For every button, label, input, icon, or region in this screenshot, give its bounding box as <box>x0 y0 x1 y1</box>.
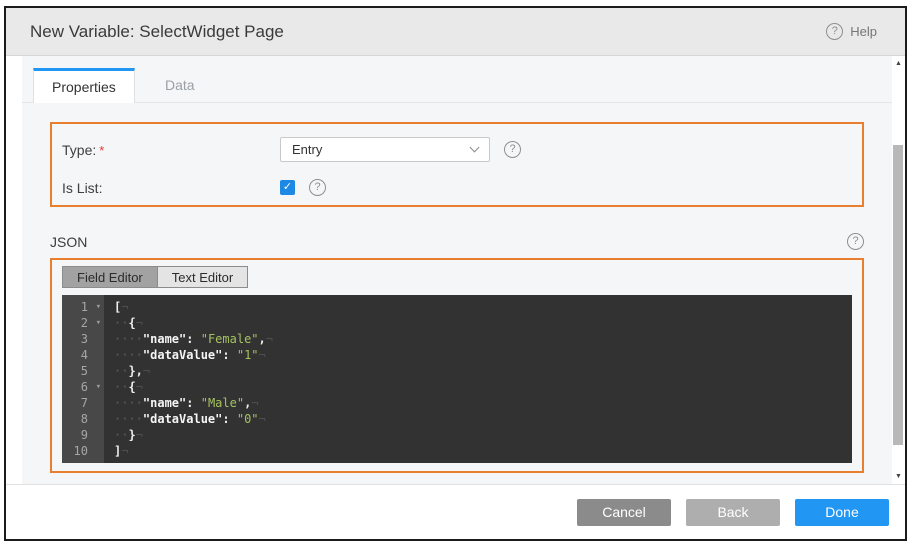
code-line[interactable]: ····"name": "Female",¬ <box>114 331 852 347</box>
code-line[interactable]: ····"dataValue": "1"¬ <box>114 347 852 363</box>
scrollbar[interactable]: ▲ ▼ <box>892 56 905 484</box>
json-section-label: JSON <box>50 234 87 250</box>
help-icon[interactable]: ? <box>826 23 843 40</box>
text-editor-button[interactable]: Text Editor <box>157 267 247 287</box>
scroll-down-icon[interactable]: ▼ <box>892 470 905 483</box>
variable-properties-box: Type:* Entry ? Is List: ✓ ? <box>50 122 864 207</box>
field-editor-button[interactable]: Field Editor <box>63 267 157 287</box>
back-button[interactable]: Back <box>686 499 780 526</box>
editor-mode-toggle: Field Editor Text Editor <box>62 266 248 288</box>
scroll-thumb[interactable] <box>893 145 903 445</box>
json-editor-box: Field Editor Text Editor 1▾2▾3456▾78910 … <box>50 258 864 473</box>
gutter-line[interactable]: 1▾ <box>62 299 104 315</box>
gutter-line[interactable]: 2▾ <box>62 315 104 331</box>
gutter-line: 5 <box>62 363 104 379</box>
dialog-title: New Variable: SelectWidget Page <box>30 22 826 42</box>
gutter-line: 9 <box>62 427 104 443</box>
is-list-label: Is List: <box>62 180 280 196</box>
type-help-icon[interactable]: ? <box>504 141 521 158</box>
code-line[interactable]: ··}¬ <box>114 427 852 443</box>
code-line[interactable]: ····"dataValue": "0"¬ <box>114 411 852 427</box>
properties-tab-content: Type:* Entry ? Is List: ✓ ? <box>22 122 892 473</box>
fold-arrow-icon[interactable]: ▾ <box>96 379 101 395</box>
dialog-footer: Cancel Back Done <box>6 484 905 539</box>
fold-arrow-icon[interactable]: ▾ <box>96 315 101 331</box>
required-marker: * <box>99 143 104 158</box>
help-label[interactable]: Help <box>850 24 877 39</box>
cancel-button[interactable]: Cancel <box>577 499 671 526</box>
type-label: Type:* <box>62 142 280 158</box>
json-help-icon[interactable]: ? <box>847 233 864 250</box>
code-line[interactable]: ··{¬ <box>114 315 852 331</box>
json-code-editor[interactable]: 1▾2▾3456▾78910 [¬··{¬····"name": "Female… <box>62 295 852 463</box>
type-dropdown-value: Entry <box>292 142 322 157</box>
type-row: Type:* Entry ? <box>62 137 862 162</box>
code-line[interactable]: ····"name": "Male",¬ <box>114 395 852 411</box>
code-line[interactable]: [¬ <box>114 299 852 315</box>
type-dropdown[interactable]: Entry <box>280 137 490 162</box>
dialog-body: Properties Data Type:* Entry ? <box>6 56 905 484</box>
type-label-text: Type: <box>62 142 96 158</box>
tab-properties[interactable]: Properties <box>33 68 135 103</box>
code-line[interactable]: ]¬ <box>114 443 852 459</box>
is-list-row: Is List: ✓ ? <box>62 179 862 196</box>
scroll-panel: Properties Data Type:* Entry ? <box>22 56 892 484</box>
tab-bar: Properties Data <box>22 56 892 103</box>
dialog-header: New Variable: SelectWidget Page ? Help <box>6 8 905 56</box>
gutter-line: 10 <box>62 443 104 459</box>
code-line[interactable]: ··},¬ <box>114 363 852 379</box>
done-button[interactable]: Done <box>795 499 889 526</box>
fold-arrow-icon[interactable]: ▾ <box>96 299 101 315</box>
json-section-header: JSON ? <box>50 233 864 250</box>
chevron-down-icon <box>470 143 480 153</box>
is-list-help-icon[interactable]: ? <box>309 179 326 196</box>
gutter-line: 8 <box>62 411 104 427</box>
code-lines[interactable]: [¬··{¬····"name": "Female",¬····"dataVal… <box>104 295 852 463</box>
gutter-line: 3 <box>62 331 104 347</box>
tab-data[interactable]: Data <box>135 68 225 102</box>
scroll-up-icon[interactable]: ▲ <box>892 57 905 70</box>
code-line[interactable]: ··{¬ <box>114 379 852 395</box>
is-list-checkbox[interactable]: ✓ <box>280 180 295 195</box>
editor-gutter: 1▾2▾3456▾78910 <box>62 295 104 463</box>
new-variable-dialog: New Variable: SelectWidget Page ? Help P… <box>4 6 907 541</box>
gutter-line: 4 <box>62 347 104 363</box>
help-link[interactable]: ? Help <box>826 23 877 40</box>
gutter-line[interactable]: 6▾ <box>62 379 104 395</box>
gutter-line: 7 <box>62 395 104 411</box>
